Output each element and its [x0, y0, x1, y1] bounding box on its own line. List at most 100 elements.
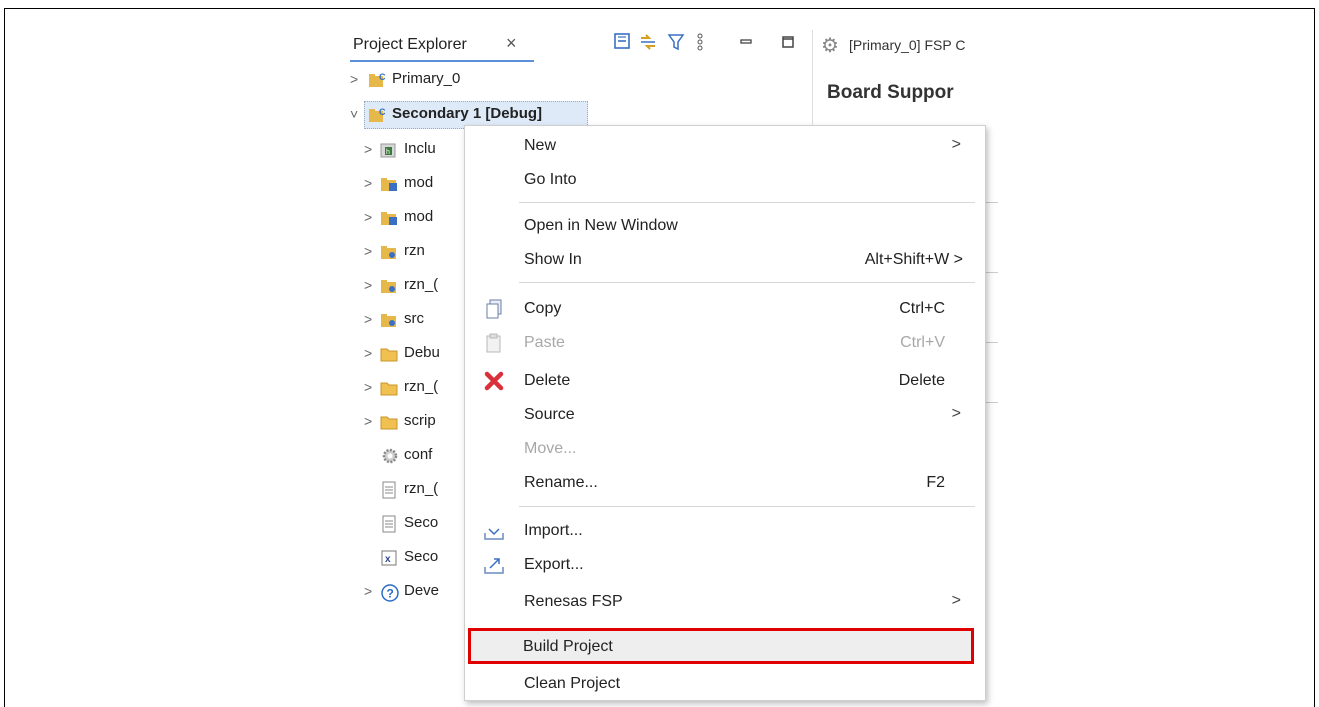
build-project-label-overlay[interactable]: Build Project — [523, 638, 613, 656]
maximize-icon[interactable] — [778, 32, 798, 54]
help-icon: ? — [380, 583, 399, 602]
c-project-icon: C — [368, 71, 386, 89]
includes-icon: h — [380, 141, 398, 159]
editor-tab-fsp-config[interactable]: ⚙ [Primary_0] FSP C — [812, 30, 998, 62]
submenu-arrow-icon: > — [951, 136, 961, 153]
menu-item-label: Renesas FSP — [524, 593, 623, 610]
tree-item-label: rzn_( — [404, 378, 439, 395]
menu-item-go-into[interactable]: Go Into — [465, 163, 985, 197]
tree-item-label: Seco — [404, 514, 439, 531]
menu-item-label: Delete — [524, 372, 571, 389]
close-icon[interactable]: × — [506, 33, 517, 54]
project-explorer-title: Project Explorer — [353, 36, 467, 53]
view-menu-icon[interactable] — [690, 32, 710, 54]
tree-item-label: scrip — [404, 412, 436, 429]
folder-icon — [380, 413, 398, 431]
c-project-icon: C — [368, 106, 386, 124]
tab-project-explorer[interactable]: Project Explorer × — [350, 30, 534, 62]
menu-item-source[interactable]: Source > — [465, 398, 985, 432]
menu-item-import[interactable]: Import... — [465, 514, 985, 548]
menu-item-open-new-window[interactable]: Open in New Window — [465, 209, 985, 243]
expand-arrow-icon[interactable]: > — [364, 413, 372, 429]
menu-item-delete[interactable]: Delete Delete — [465, 364, 985, 398]
menu-item-export[interactable]: Export... — [465, 548, 985, 582]
tree-item-label: mod — [404, 174, 434, 191]
menu-item-copy[interactable]: Copy Ctrl+C — [465, 292, 985, 326]
tree-item-label: rzn_( — [404, 276, 439, 293]
expand-arrow-icon[interactable]: > — [350, 71, 358, 87]
export-icon — [483, 555, 505, 575]
menu-item-label: Open in New Window — [524, 217, 678, 234]
editor-tab-label: [Primary_0] FSP C — [849, 37, 966, 53]
tree-item-label: conf — [404, 446, 433, 463]
menu-item-new[interactable]: New > — [465, 129, 985, 163]
file-icon — [380, 481, 398, 499]
menu-item-shortcut: Ctrl+C — [899, 300, 945, 317]
menu-item-label: Export... — [524, 556, 584, 573]
expand-arrow-icon[interactable]: > — [364, 175, 372, 191]
menu-item-label: New — [524, 137, 557, 154]
tree-item-label: rzn — [404, 242, 425, 259]
source-folder-icon — [380, 311, 398, 329]
menu-item-move[interactable]: Move... — [465, 432, 985, 466]
folder-icon — [380, 379, 398, 397]
tree-item-label: Debu — [404, 344, 440, 361]
source-folder-icon — [380, 243, 398, 261]
menu-item-shortcut: Delete — [898, 372, 945, 389]
filter-icon[interactable] — [666, 32, 686, 54]
menu-separator — [519, 282, 975, 283]
menu-item-label: Move... — [524, 440, 577, 457]
svg-text:C: C — [379, 72, 386, 82]
link-with-editor-icon[interactable] — [638, 32, 658, 54]
menu-item-label: Copy — [524, 300, 562, 317]
expand-arrow-icon[interactable]: > — [364, 345, 372, 361]
tree-item-label: Secondary 1 [Debug] — [392, 105, 543, 122]
submenu-arrow-icon: > — [951, 592, 961, 609]
paste-icon — [483, 333, 505, 353]
expand-arrow-icon[interactable]: > — [364, 243, 372, 259]
config-gear-icon — [380, 447, 398, 465]
menu-item-label: Go Into — [524, 171, 577, 188]
menu-item-shortcut: F2 — [926, 474, 945, 491]
expand-arrow-icon[interactable]: > — [364, 311, 372, 327]
editor-fragment — [985, 342, 998, 343]
copy-icon — [483, 299, 505, 319]
menu-separator — [519, 506, 975, 507]
menu-item-label: Clean Project — [524, 675, 621, 692]
editor-fragment — [985, 402, 998, 403]
menu-item-show-in[interactable]: Show In Alt+Shift+W > — [465, 243, 985, 277]
import-icon — [483, 521, 505, 541]
tree-item-label: Primary_0 — [392, 70, 461, 87]
board-support-heading: Board Suppor — [827, 82, 954, 103]
expand-arrow-icon[interactable]: > — [364, 379, 372, 395]
file-icon — [380, 515, 398, 533]
tree-item-label: Inclu — [404, 140, 436, 157]
menu-item-paste[interactable]: Paste Ctrl+V — [465, 326, 985, 360]
tree-item-primary[interactable]: > C Primary_0 — [350, 66, 812, 96]
tree-item-label: rzn_( — [404, 480, 439, 497]
collapse-arrow-icon[interactable]: ˅ — [350, 106, 358, 122]
menu-item-shortcut: Alt+Shift+W > — [864, 251, 963, 268]
editor-fragment — [985, 202, 998, 203]
expand-arrow-icon[interactable]: > — [364, 277, 372, 293]
menu-item-clean-project[interactable]: Clean Project — [465, 667, 985, 701]
tree-item-label: Deve — [404, 582, 440, 599]
submenu-arrow-icon: > — [951, 405, 961, 422]
expand-arrow-icon[interactable]: > — [364, 583, 372, 599]
editor-fragment — [985, 272, 998, 273]
context-menu: New > Go Into Open in New Window Show In… — [464, 125, 986, 701]
svg-text:C: C — [379, 107, 386, 117]
menu-item-renesas-fsp[interactable]: Renesas FSP > — [465, 585, 985, 619]
tree-item-label: Seco — [404, 548, 439, 565]
expand-arrow-icon[interactable]: > — [364, 141, 372, 157]
tree-item-label: src — [404, 310, 424, 327]
menu-separator — [519, 202, 975, 203]
svg-text:?: ? — [387, 587, 394, 601]
svg-text:h: h — [386, 149, 390, 156]
menu-item-label: Show In — [524, 251, 582, 268]
menu-item-label: Paste — [524, 334, 565, 351]
menu-item-rename[interactable]: Rename... F2 — [465, 466, 985, 500]
minimize-icon[interactable] — [736, 32, 756, 54]
expand-arrow-icon[interactable]: > — [364, 209, 372, 225]
collapse-all-icon[interactable] — [612, 32, 632, 54]
